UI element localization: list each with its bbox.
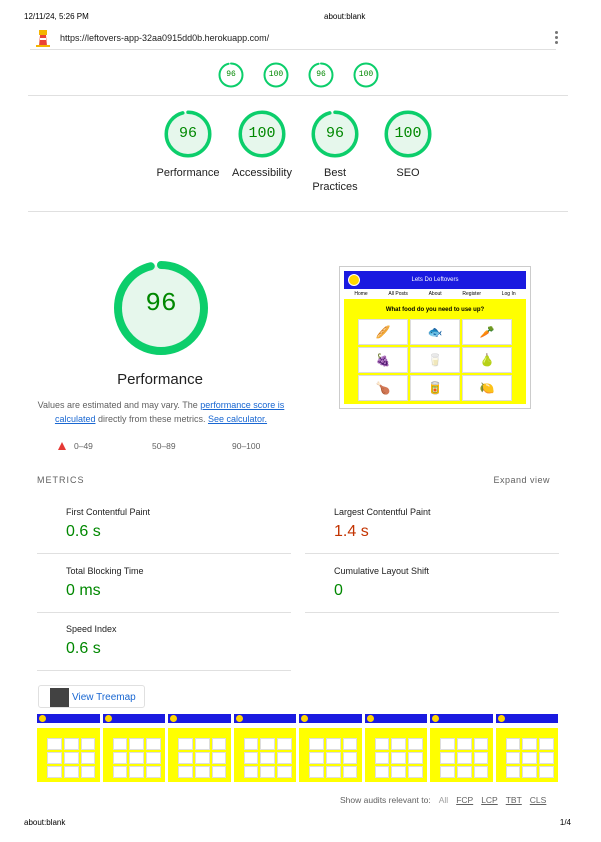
site-title: Lets Do Leftovers — [411, 277, 459, 283]
view-treemap-button[interactable]: View Treemap — [38, 685, 145, 708]
audit-filter-fcp[interactable]: FCP — [456, 795, 473, 805]
audit-filter: Show audits relevant to: All FCP LCP TBT CLS — [340, 795, 546, 805]
view-treemap-label: View Treemap — [72, 692, 136, 703]
print-footer: about:blank 1/4 — [24, 818, 571, 827]
print-title: about:blank — [324, 12, 366, 21]
category-label: SEO — [396, 167, 420, 179]
divider — [28, 211, 568, 212]
food-image: 🥛 — [410, 347, 460, 373]
more-options-icon[interactable] — [552, 30, 560, 46]
metric-value: 0.6 s — [66, 640, 101, 657]
metric-title: Largest Contentful Paint — [334, 507, 431, 517]
metrics-header: METRICS — [37, 475, 85, 485]
sticky-score-gauges: 96 100 96 100 — [0, 62, 601, 88]
filmstrip-frame — [102, 714, 165, 782]
report-topbar: https://leftovers-app-32aa0915dd0b.herok… — [30, 28, 558, 50]
category-label: Accessibility — [232, 167, 292, 179]
filmstrip-frame — [430, 714, 493, 782]
treemap-icon — [50, 688, 69, 707]
metric-title: First Contentful Paint — [66, 507, 151, 517]
food-image: 🍗 — [358, 375, 408, 401]
metric-value: 0.6 s — [66, 523, 101, 540]
site-logo-icon — [348, 274, 360, 286]
legend-pass: 90–100 — [232, 441, 261, 451]
page-number: 1/4 — [559, 818, 571, 827]
category-score: 100 — [394, 125, 422, 142]
food-grid: 🥖 🐟 🥕 🍇 🥛 🍐 🍗 🥫 🍋 — [358, 319, 512, 401]
category-score: 96 — [325, 125, 344, 142]
food-image: 🥫 — [410, 375, 460, 401]
category-score: 100 — [248, 125, 276, 142]
expand-view-toggle[interactable]: Expand view — [493, 475, 550, 485]
category-label: Best Practices — [312, 167, 358, 193]
filmstrip-frame — [495, 714, 558, 782]
metric-tbt: Total Blocking Time 0 ms — [37, 557, 291, 613]
category-score: 96 — [178, 125, 197, 142]
calculator-link[interactable]: See calculator. — [208, 414, 267, 424]
fail-triangle-icon — [58, 442, 66, 450]
metric-title: Cumulative Layout Shift — [334, 566, 430, 576]
filmstrip-frame — [299, 714, 362, 782]
metric-title: Total Blocking Time — [66, 566, 144, 576]
filmstrip-frame — [233, 714, 296, 782]
mini-gauge-score: 96 — [316, 70, 326, 79]
final-screenshot[interactable]: Lets Do Leftovers Home All Posts About R… — [339, 266, 531, 409]
audit-filter-lcp[interactable]: LCP — [481, 795, 498, 805]
metric-fcp: First Contentful Paint 0.6 s — [37, 498, 291, 554]
mini-gauge-score: 96 — [226, 70, 236, 79]
filmstrip — [37, 714, 559, 782]
performance-disclaimer: Values are estimated and may vary. The p… — [37, 400, 285, 424]
food-image: 🐟 — [410, 319, 460, 345]
metric-value: 0 ms — [66, 582, 101, 599]
category-best-practices[interactable]: 96 Best Practices — [295, 110, 375, 194]
category-performance[interactable]: 96 Performance — [148, 110, 228, 180]
divider — [28, 95, 568, 96]
mini-gauge-accessibility[interactable]: 100 — [263, 62, 289, 88]
category-seo[interactable]: 100 SEO — [368, 110, 448, 180]
filmstrip-frame — [37, 714, 100, 782]
metric-value: 1.4 s — [334, 523, 369, 540]
food-image: 🥖 — [358, 319, 408, 345]
metric-lcp: Largest Contentful Paint 1.4 s — [305, 498, 559, 554]
audit-filter-label: Show audits relevant to: — [340, 795, 431, 805]
site-nav: Home All Posts About Register Log In — [344, 289, 526, 299]
performance-gauge: 96 — [113, 260, 209, 356]
food-image: 🍇 — [358, 347, 408, 373]
audit-filter-cls[interactable]: CLS — [530, 795, 547, 805]
metric-title: Speed Index — [66, 624, 117, 634]
food-image: 🥕 — [462, 319, 512, 345]
page-url: https://leftovers-app-32aa0915dd0b.herok… — [60, 33, 270, 43]
mini-gauge-score: 100 — [358, 70, 374, 79]
food-image: 🍐 — [462, 347, 512, 373]
performance-score: 96 — [145, 288, 177, 318]
site-heading: What food do you need to use up? — [385, 307, 485, 313]
filmstrip-frame — [364, 714, 427, 782]
filmstrip-frame — [168, 714, 231, 782]
mini-gauge-score: 100 — [268, 70, 284, 79]
legend-average: 50–89 — [152, 441, 176, 451]
category-label: Performance — [156, 167, 220, 179]
mini-gauge-best-practices[interactable]: 96 — [308, 62, 334, 88]
food-image: 🍋 — [462, 375, 512, 401]
footer-title: about:blank — [24, 818, 66, 827]
print-date: 12/11/24, 5:26 PM — [24, 12, 89, 21]
category-accessibility[interactable]: 100 Accessibility — [222, 110, 302, 180]
metric-cls: Cumulative Layout Shift 0 — [305, 557, 559, 613]
audit-filter-all[interactable]: All — [439, 795, 448, 805]
mini-gauge-performance[interactable]: 96 — [218, 62, 244, 88]
lighthouse-logo-icon — [36, 30, 50, 47]
mini-gauge-seo[interactable]: 100 — [353, 62, 379, 88]
metric-si: Speed Index 0.6 s — [37, 615, 291, 671]
audit-filter-tbt[interactable]: TBT — [506, 795, 522, 805]
performance-title: Performance — [117, 371, 203, 388]
metric-value: 0 — [334, 582, 343, 599]
legend-fail: 0–49 — [74, 441, 93, 451]
